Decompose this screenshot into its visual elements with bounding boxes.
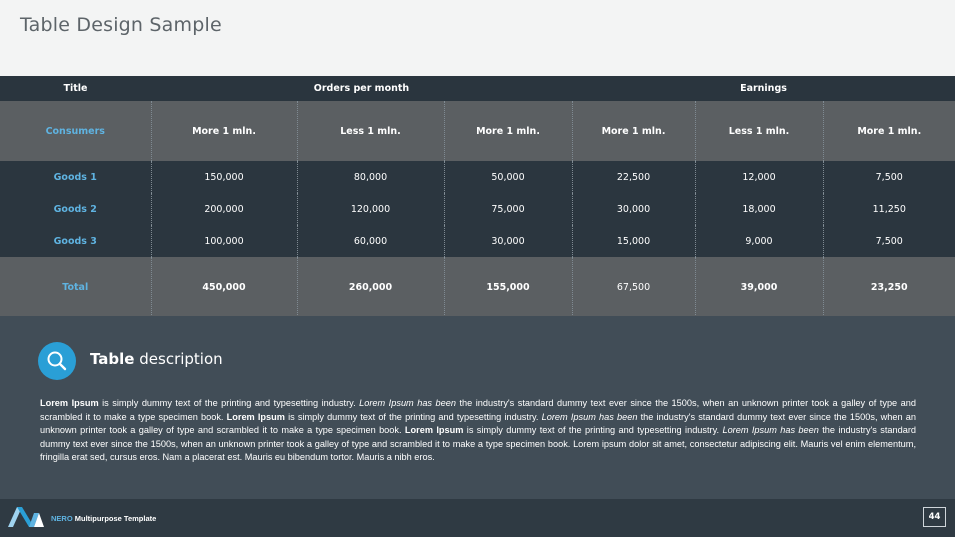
table-header-title: Title bbox=[0, 76, 151, 101]
table-cell: 30,000 bbox=[571, 193, 695, 225]
table-sub-header-row: Consumers More 1 mln. Less 1 mln. More 1… bbox=[0, 101, 955, 161]
description-text: Lorem Ipsum is simply dummy text of the … bbox=[40, 397, 916, 465]
description-segment: Lorem Ipsum has been bbox=[541, 411, 638, 422]
description-segment: is simply dummy text of the printing and… bbox=[98, 398, 360, 408]
total-cell: 23,250 bbox=[822, 257, 955, 317]
description-segment: Lorem Ipsum has been bbox=[359, 398, 456, 408]
total-label: Total bbox=[0, 257, 151, 317]
table-total-row: Total 450,000 260,000 155,000 67,500 39,… bbox=[0, 257, 955, 317]
row-label: Goods 2 bbox=[0, 193, 151, 225]
page-number: 44 bbox=[923, 507, 946, 527]
table-cell: 12,000 bbox=[694, 161, 823, 193]
row-label: Goods 3 bbox=[0, 225, 151, 257]
table-subheader: More 1 mln. bbox=[822, 101, 955, 161]
table-subheader: More 1 mln. bbox=[150, 101, 297, 161]
table-row: Goods 1 150,000 80,000 50,000 22,500 12,… bbox=[0, 161, 955, 193]
table-cell: 150,000 bbox=[150, 161, 297, 193]
search-icon bbox=[38, 342, 76, 380]
row-label: Goods 1 bbox=[0, 161, 151, 193]
total-cell: 450,000 bbox=[150, 257, 297, 317]
table-cell: 75,000 bbox=[443, 193, 572, 225]
table-subheader: More 1 mln. bbox=[571, 101, 695, 161]
table-cell: 200,000 bbox=[150, 193, 297, 225]
total-cell: 260,000 bbox=[296, 257, 444, 317]
description-segment: Lorem Ipsum has been bbox=[722, 425, 819, 435]
table-cell: 7,500 bbox=[822, 161, 955, 193]
table-subheader: More 1 mln. bbox=[443, 101, 572, 161]
footer-brand: NERO bbox=[51, 514, 73, 523]
table-header-orders: Orders per month bbox=[151, 76, 572, 101]
description-segment: Lorem Ipsum bbox=[404, 425, 464, 435]
table-cell: 80,000 bbox=[296, 161, 444, 193]
description-segment: is simply dummy text of the printing and… bbox=[284, 411, 542, 422]
description-segment: is simply dummy text of the printing and… bbox=[463, 425, 723, 435]
table-cell: 60,000 bbox=[296, 225, 444, 257]
table-cell: 120,000 bbox=[296, 193, 444, 225]
page-title: Table Design Sample bbox=[20, 14, 222, 36]
footer-label: NERO Multipurpose Template bbox=[51, 514, 156, 523]
table-cell: 9,000 bbox=[694, 225, 823, 257]
total-cell: 155,000 bbox=[443, 257, 572, 317]
table-cell: 18,000 bbox=[694, 193, 823, 225]
table-group-header-row: Title Orders per month Earnings bbox=[0, 76, 955, 101]
table-subheader: Less 1 mln. bbox=[694, 101, 823, 161]
total-cell: 67,500 bbox=[571, 257, 695, 317]
description-heading: Table description bbox=[90, 350, 223, 368]
description-segment: Lorem Ipsum bbox=[40, 398, 99, 408]
table-cell: 7,500 bbox=[822, 225, 955, 257]
table-cell: 100,000 bbox=[150, 225, 297, 257]
table-header-earnings: Earnings bbox=[572, 76, 955, 101]
table-cell: 11,250 bbox=[822, 193, 955, 225]
total-cell: 39,000 bbox=[694, 257, 823, 317]
table-cell: 15,000 bbox=[571, 225, 695, 257]
nero-logo-icon bbox=[8, 507, 44, 527]
table-row: Goods 3 100,000 60,000 30,000 15,000 9,0… bbox=[0, 225, 955, 257]
table-subheader: Consumers bbox=[0, 101, 151, 161]
data-table: Title Orders per month Earnings Consumer… bbox=[0, 76, 955, 317]
table-subheader: Less 1 mln. bbox=[296, 101, 444, 161]
footer-template: Multipurpose Template bbox=[72, 514, 157, 523]
table-row: Goods 2 200,000 120,000 75,000 30,000 18… bbox=[0, 193, 955, 225]
description-segment: Lorem Ipsum bbox=[226, 411, 285, 422]
table-cell: 22,500 bbox=[571, 161, 695, 193]
description-heading-bold: Table bbox=[90, 350, 135, 368]
table-cell: 50,000 bbox=[443, 161, 572, 193]
table-cell: 30,000 bbox=[443, 225, 572, 257]
description-heading-rest: description bbox=[134, 350, 223, 368]
title-bar: Table Design Sample bbox=[0, 0, 955, 76]
